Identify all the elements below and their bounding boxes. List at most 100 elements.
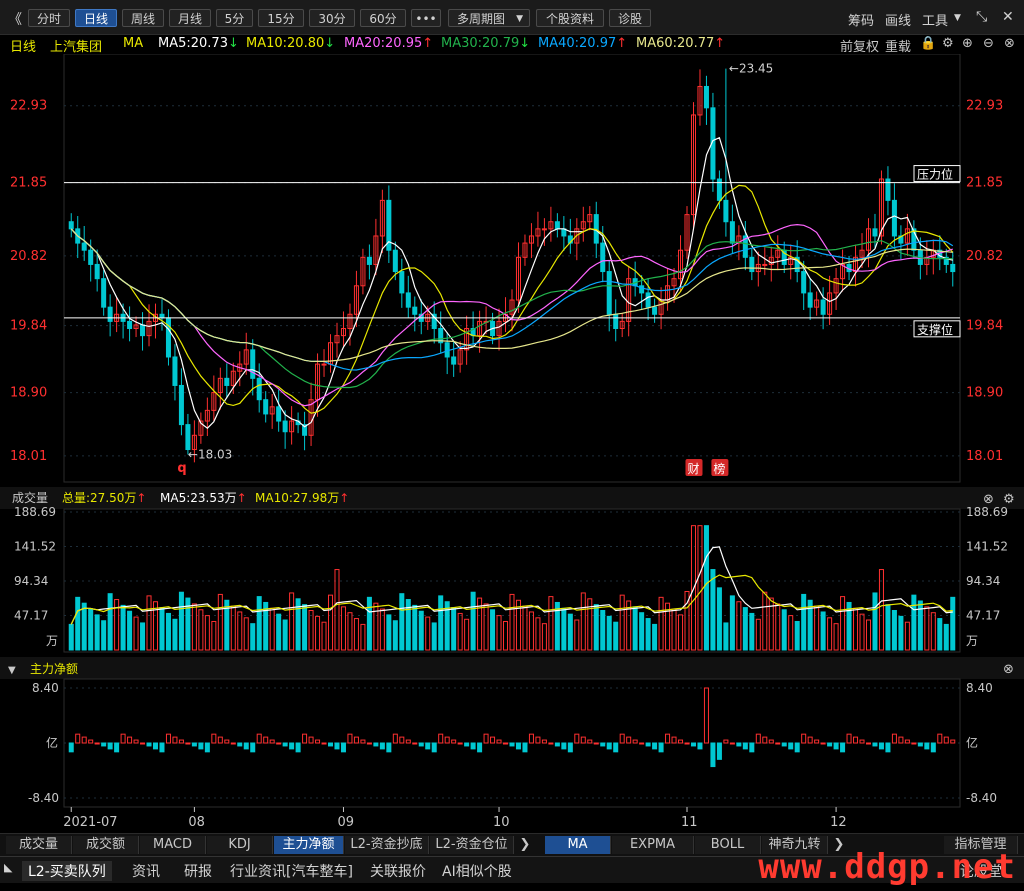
tab-l2-queue[interactable]: L2-买卖队列 xyxy=(22,861,112,881)
net-flow-bar[interactable] xyxy=(768,739,774,744)
volume-bar[interactable] xyxy=(541,623,547,651)
net-flow-bar[interactable] xyxy=(451,739,457,744)
volume-bar[interactable] xyxy=(820,611,826,651)
candle-body[interactable] xyxy=(276,406,282,422)
net-flow-bar[interactable] xyxy=(159,742,165,753)
volume-bar[interactable] xyxy=(243,617,249,651)
net-flow-bar[interactable] xyxy=(865,742,872,745)
volume-bar[interactable] xyxy=(729,595,735,651)
volume-bar[interactable] xyxy=(431,622,437,651)
volume-bar[interactable] xyxy=(658,596,664,651)
net-flow-bar[interactable] xyxy=(444,736,450,744)
net-flow-bar[interactable] xyxy=(885,742,891,753)
tab-macd[interactable]: MACD xyxy=(140,836,206,854)
volume-bar[interactable] xyxy=(878,569,884,651)
volume-bar[interactable] xyxy=(509,593,515,651)
tab-news[interactable]: 资讯 xyxy=(132,861,160,881)
volume-bar[interactable] xyxy=(762,591,768,651)
candle-body[interactable] xyxy=(399,271,405,294)
volume-bar[interactable] xyxy=(373,602,379,651)
net-flow-bar[interactable] xyxy=(107,742,113,750)
expand-icon[interactable]: ⤡ xyxy=(976,9,987,25)
tab-main-net[interactable]: 主力净额 xyxy=(274,836,344,854)
candle-body[interactable] xyxy=(172,356,178,386)
net-flow-bar[interactable] xyxy=(68,742,74,753)
net-flow-bar[interactable] xyxy=(340,742,346,753)
net-flow-bar[interactable] xyxy=(626,736,632,744)
period-tab-30min[interactable]: 30分 xyxy=(309,9,355,27)
tab-industry-news[interactable]: 行业资讯[汽车整车] xyxy=(230,861,353,881)
volume-bar[interactable] xyxy=(399,593,405,651)
volume-bar[interactable] xyxy=(859,613,865,651)
tools-button[interactable]: 工具 xyxy=(922,10,948,29)
volume-bar[interactable] xyxy=(755,618,761,651)
volume-bar[interactable] xyxy=(898,615,904,651)
candle-body[interactable] xyxy=(405,292,411,308)
net-flow-bar[interactable] xyxy=(690,742,696,747)
net-flow-bar[interactable] xyxy=(224,739,230,744)
net-flow-bar[interactable] xyxy=(652,742,658,750)
candle-body[interactable] xyxy=(807,292,813,308)
reload-button[interactable]: 重载 xyxy=(885,36,911,55)
net-flow-bar[interactable] xyxy=(904,739,910,744)
volume-bar[interactable] xyxy=(457,612,463,651)
candle-body[interactable] xyxy=(321,363,327,366)
net-flow-bar[interactable] xyxy=(127,736,133,744)
net-flow-bar[interactable] xyxy=(509,742,515,747)
tools-dropdown-icon[interactable]: ▼ xyxy=(954,13,961,23)
net-flow-bar[interactable] xyxy=(431,742,437,753)
net-flow-bar[interactable] xyxy=(146,742,152,747)
net-flow-bar[interactable] xyxy=(334,742,340,750)
volume-bar[interactable] xyxy=(528,611,534,651)
net-flow-bar[interactable] xyxy=(211,733,217,744)
volume-bar[interactable] xyxy=(133,616,139,651)
volume-bar[interactable] xyxy=(328,594,334,651)
ma-label[interactable]: MA xyxy=(123,36,143,51)
net-flow-bar[interactable] xyxy=(418,742,424,747)
net-bars[interactable] xyxy=(68,687,956,768)
candle-body[interactable] xyxy=(652,306,658,315)
net-collapse-icon[interactable]: ▼ xyxy=(8,665,16,676)
volume-bar[interactable] xyxy=(503,620,509,651)
volume-bar[interactable] xyxy=(710,569,716,651)
net-flow-bar[interactable] xyxy=(496,739,502,744)
volume-bar[interactable] xyxy=(353,618,359,651)
net-flow-bar[interactable] xyxy=(185,742,191,745)
net-flow-bar[interactable] xyxy=(593,742,599,745)
volume-bar[interactable] xyxy=(88,608,94,651)
volume-bar[interactable] xyxy=(911,594,917,651)
candle-body[interactable] xyxy=(81,242,87,251)
candle-body[interactable] xyxy=(392,249,398,273)
candle-body[interactable] xyxy=(256,377,262,401)
net-flow-bar[interactable] xyxy=(353,736,359,744)
candle-body[interactable] xyxy=(101,278,107,308)
volume-bar[interactable] xyxy=(127,610,133,651)
net-flow-bar[interactable] xyxy=(613,742,619,753)
candle-body[interactable] xyxy=(451,356,457,365)
volume-bar[interactable] xyxy=(639,612,645,651)
tab-ai-similar[interactable]: AI相似个股 xyxy=(442,861,512,881)
candle-body[interactable] xyxy=(600,242,606,273)
candle-body[interactable] xyxy=(729,221,735,244)
net-flow-bar[interactable] xyxy=(891,733,897,744)
net-flow-bar[interactable] xyxy=(250,742,256,753)
net-flow-bar[interactable] xyxy=(276,742,282,745)
net-flow-bar[interactable] xyxy=(898,736,904,744)
candle-body[interactable] xyxy=(801,271,807,294)
net-flow-bar[interactable] xyxy=(781,742,787,747)
volume-bar[interactable] xyxy=(334,569,340,651)
net-flow-bar[interactable] xyxy=(399,736,405,744)
net-flow-bar[interactable] xyxy=(178,739,184,744)
volume-bar[interactable] xyxy=(904,621,910,651)
diagnose-button[interactable]: 诊股 xyxy=(609,9,651,27)
lock-icon[interactable]: 🔒 xyxy=(920,36,936,51)
volume-bar[interactable] xyxy=(814,605,820,651)
volume-bar[interactable] xyxy=(833,623,839,651)
net-flow-bar[interactable] xyxy=(522,742,528,753)
volume-bar[interactable] xyxy=(535,617,541,651)
volume-bar[interactable] xyxy=(716,587,722,651)
volume-bar[interactable] xyxy=(561,607,567,651)
volume-bars[interactable] xyxy=(68,525,956,651)
volume-bar[interactable] xyxy=(321,621,327,651)
net-flow-bar[interactable] xyxy=(470,742,476,750)
